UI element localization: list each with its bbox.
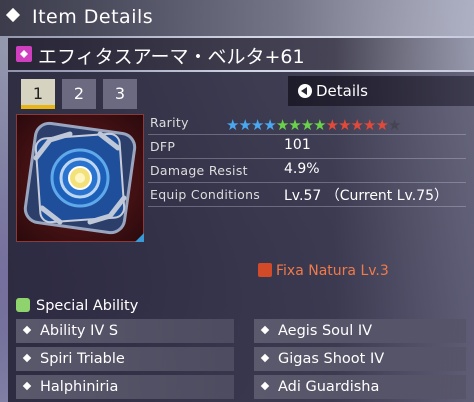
ability-name: Halphiniria bbox=[40, 379, 119, 395]
ability-name: Aegis Soul IV bbox=[278, 323, 373, 339]
damage-resist-label: Damage Resist bbox=[150, 163, 248, 178]
unit-type-icon bbox=[16, 46, 32, 62]
star-filled-icon: ★ bbox=[350, 116, 364, 134]
star-filled-icon: ★ bbox=[288, 116, 302, 134]
tab-2[interactable]: 2 bbox=[62, 79, 96, 109]
window-header: Item Details bbox=[0, 0, 474, 36]
star-filled-icon: ★ bbox=[250, 116, 265, 134]
fixa-ability: Fixa Natura Lv.3 bbox=[258, 263, 389, 279]
tab-1[interactable]: 1 bbox=[21, 79, 55, 109]
equip-conditions-label: Equip Conditions bbox=[150, 187, 261, 202]
ability-name: Gigas Shoot IV bbox=[278, 351, 385, 367]
header-diamond-icon bbox=[5, 7, 21, 23]
tab-3[interactable]: 3 bbox=[103, 79, 137, 109]
stat-divider bbox=[148, 158, 466, 159]
ability-slot[interactable]: Aegis Soul IV bbox=[254, 319, 466, 343]
bullet-diamond-icon bbox=[260, 381, 270, 391]
ability-slot[interactable]: Adi Guardisha bbox=[254, 375, 466, 399]
bullet-diamond-icon bbox=[22, 381, 32, 391]
equip-conditions-value: Lv.57 （Current Lv.75） bbox=[284, 188, 449, 204]
ability-slot[interactable]: Ability IV S bbox=[16, 319, 234, 343]
star-filled-icon: ★ bbox=[338, 116, 352, 134]
stat-divider bbox=[148, 206, 466, 207]
star-filled-icon: ★ bbox=[300, 116, 315, 134]
bullet-diamond-icon bbox=[22, 353, 32, 363]
fixa-icon bbox=[258, 263, 272, 277]
rarity-label: Rarity bbox=[150, 115, 189, 130]
special-ability-title: Special Ability bbox=[36, 298, 139, 314]
window-title: Item Details bbox=[32, 6, 154, 28]
stat-divider bbox=[148, 134, 466, 135]
stat-divider bbox=[148, 182, 466, 183]
item-name-bar: エフィタスアーマ・ベルタ+61 bbox=[8, 38, 474, 70]
dfp-label: DFP bbox=[150, 139, 176, 154]
corner-marker-icon bbox=[135, 233, 144, 242]
fixa-label: Fixa Natura Lv.3 bbox=[276, 263, 389, 279]
star-filled-icon: ★ bbox=[325, 116, 340, 134]
star-filled-icon: ★ bbox=[263, 116, 277, 134]
ability-slot[interactable]: Halphiniria bbox=[16, 375, 234, 399]
ability-name: Adi Guardisha bbox=[278, 379, 380, 395]
details-button[interactable]: Details bbox=[288, 76, 474, 106]
ability-slot[interactable]: Gigas Shoot IV bbox=[254, 347, 466, 371]
rarity-stars: ★★★★★★★★★★★★★★ bbox=[226, 115, 402, 134]
details-button-label: Details bbox=[316, 82, 369, 100]
bullet-diamond-icon bbox=[22, 325, 32, 335]
star-filled-icon: ★ bbox=[275, 116, 290, 134]
star-filled-icon: ★ bbox=[313, 116, 327, 134]
star-filled-icon: ★ bbox=[362, 116, 377, 134]
bullet-diamond-icon bbox=[260, 325, 270, 335]
armor-unit-icon bbox=[23, 121, 137, 235]
star-filled-icon: ★ bbox=[375, 116, 389, 134]
special-ability-heading: Special Ability bbox=[16, 298, 138, 314]
special-ability-icon bbox=[16, 298, 30, 312]
dfp-value: 101 bbox=[284, 137, 311, 153]
ability-name: Spiri Triable bbox=[40, 351, 125, 367]
ability-slot[interactable]: Spiri Triable bbox=[16, 347, 234, 371]
damage-resist-value: 4.9% bbox=[284, 161, 320, 177]
item-image bbox=[16, 114, 144, 242]
star-filled-icon: ★ bbox=[226, 116, 240, 134]
item-name: エフィタスアーマ・ベルタ+61 bbox=[38, 46, 305, 68]
ability-name: Ability IV S bbox=[40, 323, 119, 339]
bullet-diamond-icon bbox=[260, 353, 270, 363]
star-empty-icon: ★ bbox=[387, 116, 402, 134]
back-arrow-icon bbox=[298, 84, 312, 98]
star-filled-icon: ★ bbox=[238, 116, 252, 134]
